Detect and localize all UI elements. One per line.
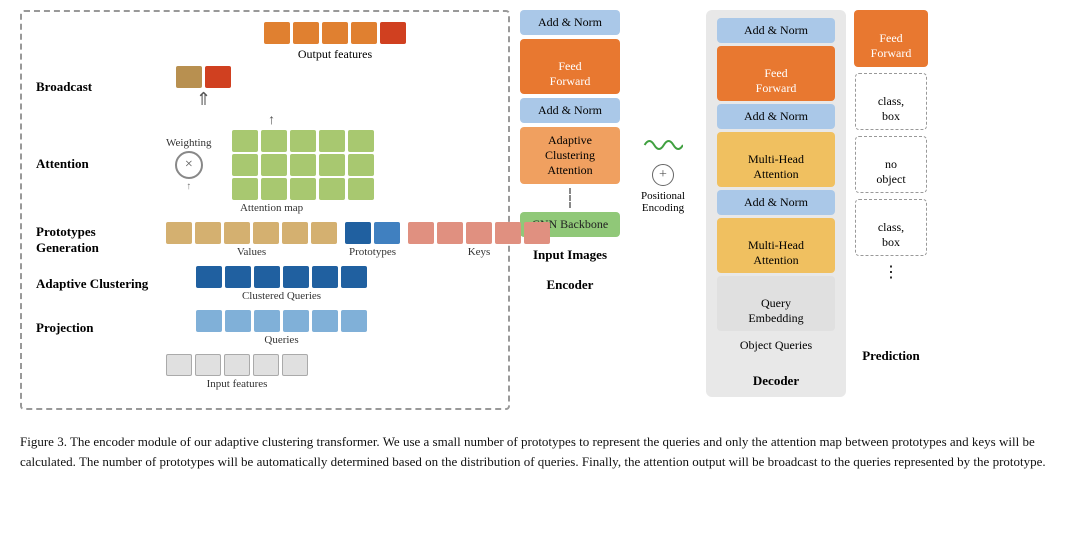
broadcast-label: Broadcast	[36, 79, 166, 95]
right-panel: Add & Norm Feed Forward Add & Norm Adapt…	[520, 10, 1060, 397]
left-panel: Output features Broadcast ⇑ Attention We…	[20, 10, 510, 410]
adaptive-clustering-label: Adaptive Clustering	[36, 276, 166, 292]
positional-encoding-label: Positional Encoding	[641, 190, 685, 214]
encoder-add-norm2: Add & Norm	[520, 98, 620, 123]
input-features-label: Input features	[207, 378, 268, 390]
projection-label: Projection	[36, 320, 166, 336]
encoder-col-label: Encoder	[547, 277, 594, 293]
plus-circle: +	[652, 164, 674, 186]
prototypes-label: Prototypes	[349, 246, 396, 258]
attention-label: Attention	[36, 156, 166, 172]
encoder-feed-forward: Feed Forward	[520, 39, 620, 94]
decoder-col-label: Decoder	[753, 373, 799, 389]
decoder-add-norm2: Add & Norm	[717, 104, 835, 129]
keys-label: Keys	[468, 246, 491, 258]
diagram-container: Output features Broadcast ⇑ Attention We…	[20, 10, 1060, 410]
encoder-add-norm: Add & Norm	[520, 10, 620, 35]
pred-feed-forward: Feed Forward	[854, 10, 928, 67]
decoder-add-norm3: Add & Norm	[717, 190, 835, 215]
object-queries-label: Object Queries	[740, 338, 812, 353]
decoder-multihead1: Multi-Head Attention	[717, 132, 835, 187]
decoder-query-embedding: Query Embedding	[717, 276, 835, 331]
values-label: Values	[237, 246, 266, 258]
weighting-label: Weighting	[166, 137, 212, 149]
prototypes-generation-label: Prototypes Generation	[36, 224, 166, 256]
decoder-multihead2: Multi-Head Attention	[717, 218, 835, 273]
figure-caption: Figure 3. The encoder module of our adap…	[20, 426, 1060, 472]
wave-icon	[643, 130, 683, 160]
multiply-circle: ×	[175, 151, 203, 179]
output-features-label: Output features	[298, 47, 372, 62]
pred-class-box2: class, box	[855, 199, 927, 256]
clustered-queries-label: Clustered Queries	[242, 290, 321, 302]
queries-label: Queries	[264, 334, 298, 346]
pred-class-box1: class, box	[855, 73, 927, 130]
pred-dots: ⋮	[883, 262, 899, 282]
attention-map-label: Attention map	[232, 202, 312, 214]
encoder-adaptive-clustering: Adaptive Clustering Attention	[520, 127, 620, 184]
decoder-add-norm1: Add & Norm	[717, 18, 835, 43]
decoder-feed-forward: Feed Forward	[717, 46, 835, 101]
pred-col-label: Prediction	[862, 348, 920, 364]
pred-no-object: no object	[855, 136, 927, 193]
